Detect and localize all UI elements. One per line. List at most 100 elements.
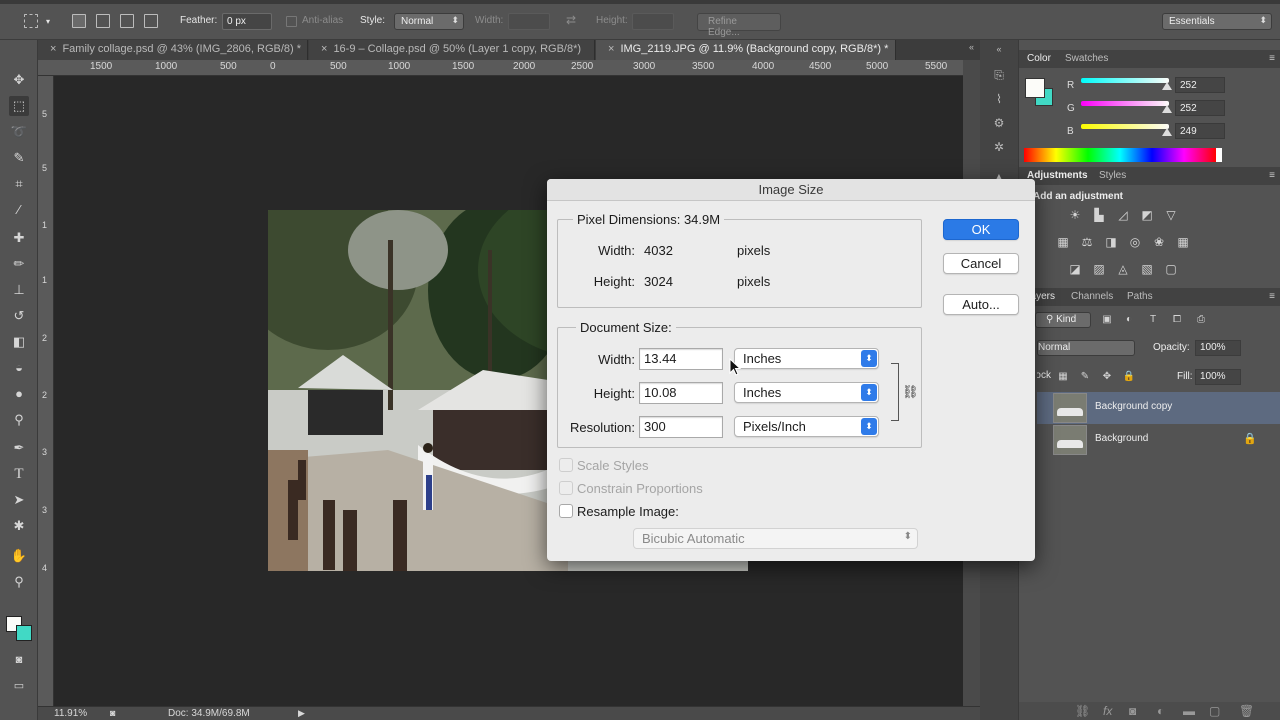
close-tab-icon[interactable]: × — [50, 43, 56, 55]
workspace-select[interactable]: Essentials — [1162, 13, 1272, 30]
eyedropper-icon[interactable]: ⁄ — [9, 200, 29, 220]
photo-filter-icon[interactable]: ◎ — [1127, 235, 1143, 249]
filter-pixel-icon[interactable]: ▣ — [1099, 313, 1115, 327]
hue-saturation-icon[interactable]: ▦ — [1055, 235, 1071, 249]
g-slider[interactable] — [1081, 101, 1169, 106]
curves-icon[interactable]: ◿ — [1115, 208, 1131, 222]
share-icon[interactable]: ◙ — [110, 708, 115, 718]
channel-mixer-icon[interactable]: ❀ — [1151, 235, 1167, 249]
selective-color-icon[interactable]: ▢ — [1163, 262, 1179, 276]
quick-mask-icon[interactable]: ◙ — [9, 650, 29, 670]
lock-transparent-icon[interactable]: ▦ — [1055, 370, 1071, 384]
r-value-input[interactable]: 252 — [1175, 77, 1225, 93]
brush-presets-icon[interactable]: ⌇ — [991, 92, 1007, 106]
fx-icon[interactable]: fx — [1103, 704, 1112, 718]
filter-smart-icon[interactable]: ⎙ — [1193, 313, 1209, 327]
height-input[interactable] — [632, 13, 674, 30]
background-color-swatch[interactable] — [16, 625, 32, 641]
cancel-button[interactable]: Cancel — [943, 253, 1019, 274]
marquee-preset-icon[interactable] — [24, 14, 38, 28]
scale-styles-checkbox[interactable] — [559, 458, 573, 472]
lock-image-icon[interactable]: ✎ — [1077, 370, 1093, 384]
black-white-icon[interactable]: ◨ — [1103, 235, 1119, 249]
invert-icon[interactable]: ◪ — [1067, 262, 1083, 276]
layer-row-background[interactable]: Background 🔒 — [1037, 424, 1280, 456]
eraser-icon[interactable]: ◧ — [9, 332, 29, 352]
tabs-overflow-icon[interactable]: « — [969, 42, 974, 52]
tab-paths[interactable]: Paths — [1127, 291, 1153, 302]
filter-type-icon[interactable]: T — [1145, 313, 1161, 327]
quick-selection-icon[interactable]: ✎ — [9, 148, 29, 168]
shape-tool-icon[interactable]: ✱ — [9, 516, 29, 536]
vibrance-icon[interactable]: ▽ — [1163, 208, 1179, 222]
paint-bucket-icon[interactable]: ◒ — [9, 358, 29, 378]
tab-styles[interactable]: Styles — [1099, 170, 1126, 181]
doc-height-unit-select[interactable]: Inches ⬍ — [734, 382, 879, 403]
marquee-tool-icon[interactable]: ⬚ — [9, 96, 29, 116]
opacity-input[interactable]: 100% — [1195, 340, 1241, 356]
resample-method-select[interactable]: Bicubic Automatic ⬍ — [633, 528, 918, 549]
ok-button[interactable]: OK — [943, 219, 1019, 240]
constrain-proportions-checkbox[interactable] — [559, 481, 573, 495]
color-lookup-icon[interactable]: ▦ — [1175, 235, 1191, 249]
actions-icon[interactable]: ⚙ — [991, 116, 1007, 130]
intersect-selection-icon[interactable] — [144, 14, 158, 28]
doc-width-unit-select[interactable]: Inches ⬍ — [734, 348, 879, 369]
resolution-input[interactable]: 300 — [639, 416, 723, 438]
dodge-tool-icon[interactable]: ⚲ — [9, 410, 29, 430]
antialias-checkbox[interactable] — [286, 16, 297, 27]
new-group-icon[interactable]: ▬ — [1183, 704, 1195, 718]
fill-input[interactable]: 100% — [1195, 369, 1241, 385]
tab-family-collage[interactable]: × Family collage.psd @ 43% (IMG_2806, RGB… — [38, 40, 308, 60]
subtract-selection-icon[interactable] — [120, 14, 134, 28]
feather-input[interactable]: 0 px — [222, 13, 272, 30]
add-selection-icon[interactable] — [96, 14, 110, 28]
history-brush-icon[interactable]: ↺ — [9, 306, 29, 326]
path-selection-icon[interactable]: ➤ — [9, 490, 29, 510]
tab-channels[interactable]: Channels — [1071, 291, 1113, 302]
levels-icon[interactable]: ▙ — [1091, 208, 1107, 222]
move-tool-icon[interactable]: ✥ — [9, 70, 29, 90]
b-value-input[interactable]: 249 — [1175, 123, 1225, 139]
swap-icon[interactable]: ⇄ — [566, 13, 576, 27]
delete-layer-icon[interactable]: 🗑 — [1239, 704, 1254, 718]
add-mask-icon[interactable]: ◙ — [1129, 704, 1136, 718]
status-menu-icon[interactable]: ▶ — [298, 708, 305, 719]
blur-tool-icon[interactable]: ● — [9, 384, 29, 404]
info-icon[interactable]: ✲ — [991, 140, 1007, 154]
chevron-down-icon[interactable]: ▾ — [46, 17, 50, 26]
threshold-icon[interactable]: ◬ — [1115, 262, 1131, 276]
healing-brush-icon[interactable]: ✚ — [9, 228, 29, 248]
exposure-icon[interactable]: ◩ — [1139, 208, 1155, 222]
tab-adjustments[interactable]: Adjustments — [1027, 170, 1088, 181]
tab-color[interactable]: Color — [1027, 53, 1051, 64]
filter-shape-icon[interactable]: ⧠ — [1169, 313, 1185, 327]
r-slider-thumb[interactable] — [1162, 82, 1172, 90]
layer-filter-kind[interactable]: ⚲ Kind — [1035, 312, 1091, 328]
lasso-tool-icon[interactable]: ➰ — [9, 122, 29, 142]
posterize-icon[interactable]: ▨ — [1091, 262, 1107, 276]
width-input[interactable] — [508, 13, 550, 30]
zoom-tool-icon[interactable]: ⚲ — [9, 572, 29, 592]
r-slider[interactable] — [1081, 78, 1169, 83]
link-layers-icon[interactable]: ⛓ — [1075, 704, 1090, 718]
new-layer-icon[interactable]: ▢ — [1209, 704, 1220, 718]
b-slider[interactable] — [1081, 124, 1169, 129]
refine-edge-button[interactable]: Refine Edge... — [697, 13, 781, 38]
blend-mode-select[interactable]: Normal — [1037, 340, 1135, 356]
filter-adjustment-icon[interactable]: ◐ — [1121, 313, 1137, 327]
close-tab-icon[interactable]: × — [608, 43, 614, 55]
crop-tool-icon[interactable]: ⌗ — [9, 174, 29, 194]
color-balance-icon[interactable]: ⚖ — [1079, 235, 1095, 249]
type-tool-icon[interactable]: T — [9, 464, 29, 484]
panel-menu-icon[interactable]: ≡ — [1269, 53, 1275, 64]
tab-img-2119[interactable]: × IMG_2119.JPG @ 11.9% (Background copy, … — [596, 40, 896, 60]
collapse-icon[interactable]: « — [991, 42, 1007, 56]
doc-height-input[interactable]: 10.08 — [639, 382, 723, 404]
tab-swatches[interactable]: Swatches — [1065, 53, 1108, 64]
zoom-level[interactable]: 11.91% — [54, 708, 87, 719]
panel-menu-icon[interactable]: ≡ — [1269, 291, 1275, 302]
resolution-unit-select[interactable]: Pixels/Inch ⬍ — [734, 416, 879, 437]
hand-tool-icon[interactable]: ✋ — [9, 546, 29, 566]
history-icon[interactable]: ⎘ — [991, 68, 1007, 82]
